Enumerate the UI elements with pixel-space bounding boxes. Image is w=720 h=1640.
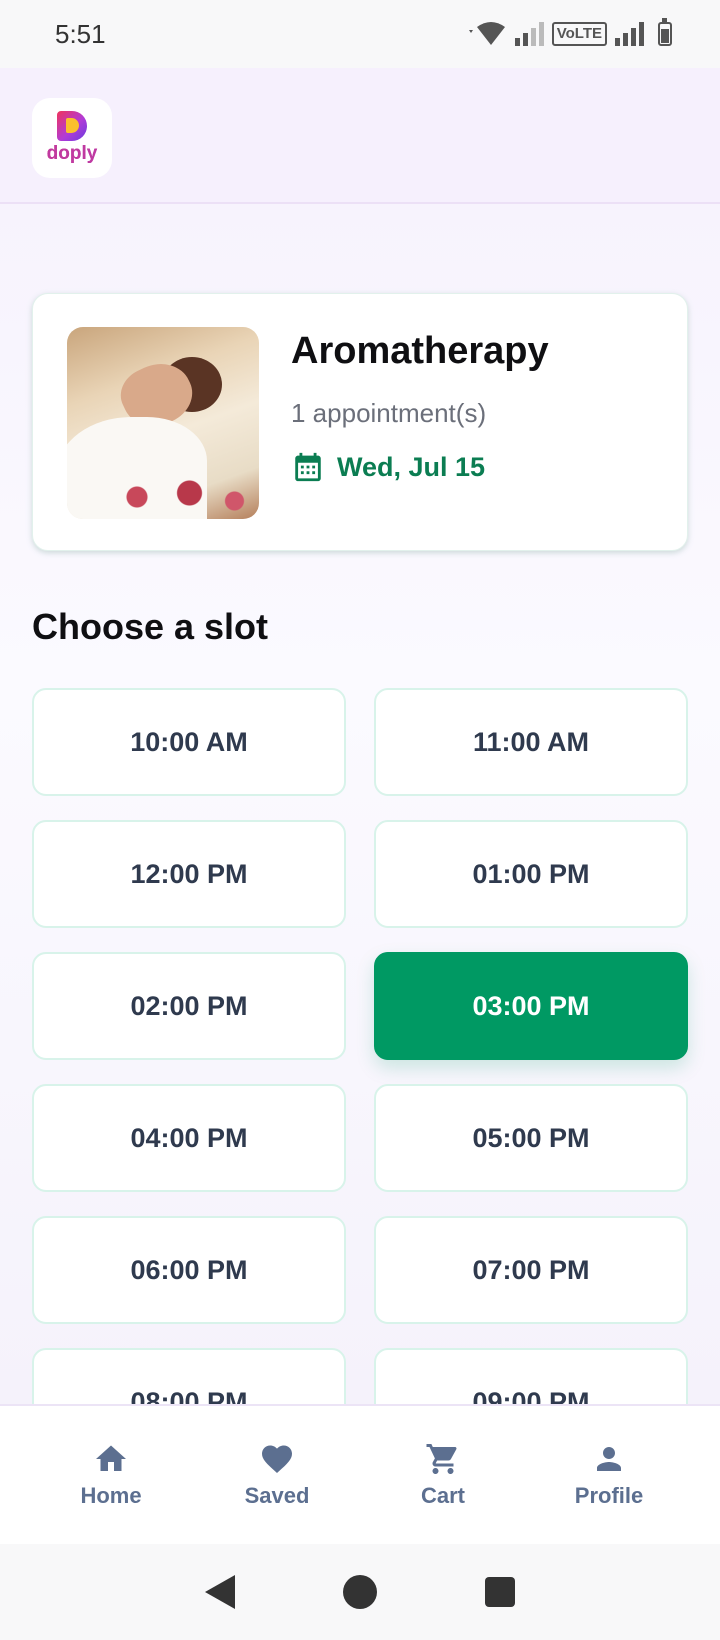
system-nav-bar <box>0 1544 720 1640</box>
status-icons: VoLTE <box>467 18 672 47</box>
nav-saved[interactable]: Saved <box>202 1441 352 1509</box>
slot-button[interactable]: 12:00 PM <box>32 820 346 928</box>
slot-button[interactable]: 05:00 PM <box>374 1084 688 1192</box>
back-icon[interactable] <box>205 1575 235 1609</box>
home-icon <box>96 1445 126 1471</box>
app-header: doply <box>0 68 720 204</box>
nav-label: Saved <box>244 1483 310 1508</box>
slot-button[interactable]: 06:00 PM <box>32 1216 346 1324</box>
slot-button[interactable]: 09:00 PM <box>374 1348 688 1404</box>
appointment-count: 1 appointment(s) <box>291 398 487 428</box>
volte-badge: VoLTE <box>551 22 607 46</box>
person-icon <box>597 1447 621 1471</box>
slot-grid: 10:00 AM 11:00 AM 12:00 PM 01:00 PM 02:0… <box>32 688 688 1404</box>
nav-home[interactable]: Home <box>36 1441 186 1509</box>
service-title: Aromatherapy <box>291 330 549 372</box>
slot-button[interactable]: 10:00 AM <box>32 688 346 796</box>
slot-button[interactable]: 08:00 PM <box>32 1348 346 1404</box>
recents-icon[interactable] <box>485 1577 515 1607</box>
wifi-icon <box>468 22 505 45</box>
slot-button[interactable]: 01:00 PM <box>374 820 688 928</box>
logo-mark-icon <box>57 111 87 141</box>
appointment-date: Wed, Jul 15 <box>337 451 486 482</box>
bottom-nav: Home Saved Cart Profile <box>0 1404 720 1544</box>
slot-button[interactable]: 04:00 PM <box>32 1084 346 1192</box>
nav-cart[interactable]: Cart <box>368 1441 518 1509</box>
heart-icon <box>262 1445 292 1474</box>
calendar-icon <box>295 452 321 482</box>
date-row: Wed, Jul 15 <box>291 450 485 484</box>
battery-icon <box>658 18 672 46</box>
main-content[interactable]: Aromatherapy 1 appointment(s) Wed, Jul 1… <box>0 206 720 1404</box>
signal-icon <box>615 22 644 46</box>
signal-icon <box>514 22 544 46</box>
nav-profile[interactable]: Profile <box>534 1441 684 1509</box>
slot-button[interactable]: 11:00 AM <box>374 688 688 796</box>
nav-label: Cart <box>420 1483 465 1508</box>
nav-label: Home <box>80 1483 142 1508</box>
slot-button-selected[interactable]: 03:00 PM <box>374 952 688 1060</box>
slot-button[interactable]: 02:00 PM <box>32 952 346 1060</box>
app-logo[interactable]: doply <box>32 98 112 178</box>
nav-label: Profile <box>574 1483 644 1508</box>
section-title: Choose a slot <box>32 606 269 647</box>
status-bar: 5:51 VoLTE <box>0 0 720 68</box>
status-time: 5:51 <box>55 18 106 49</box>
logo-text: doply <box>46 143 98 164</box>
slot-button[interactable]: 07:00 PM <box>374 1216 688 1324</box>
service-image <box>67 327 259 519</box>
cart-icon <box>426 1444 457 1474</box>
home-circle-icon[interactable] <box>343 1575 377 1609</box>
service-card: Aromatherapy 1 appointment(s) Wed, Jul 1… <box>32 293 688 551</box>
